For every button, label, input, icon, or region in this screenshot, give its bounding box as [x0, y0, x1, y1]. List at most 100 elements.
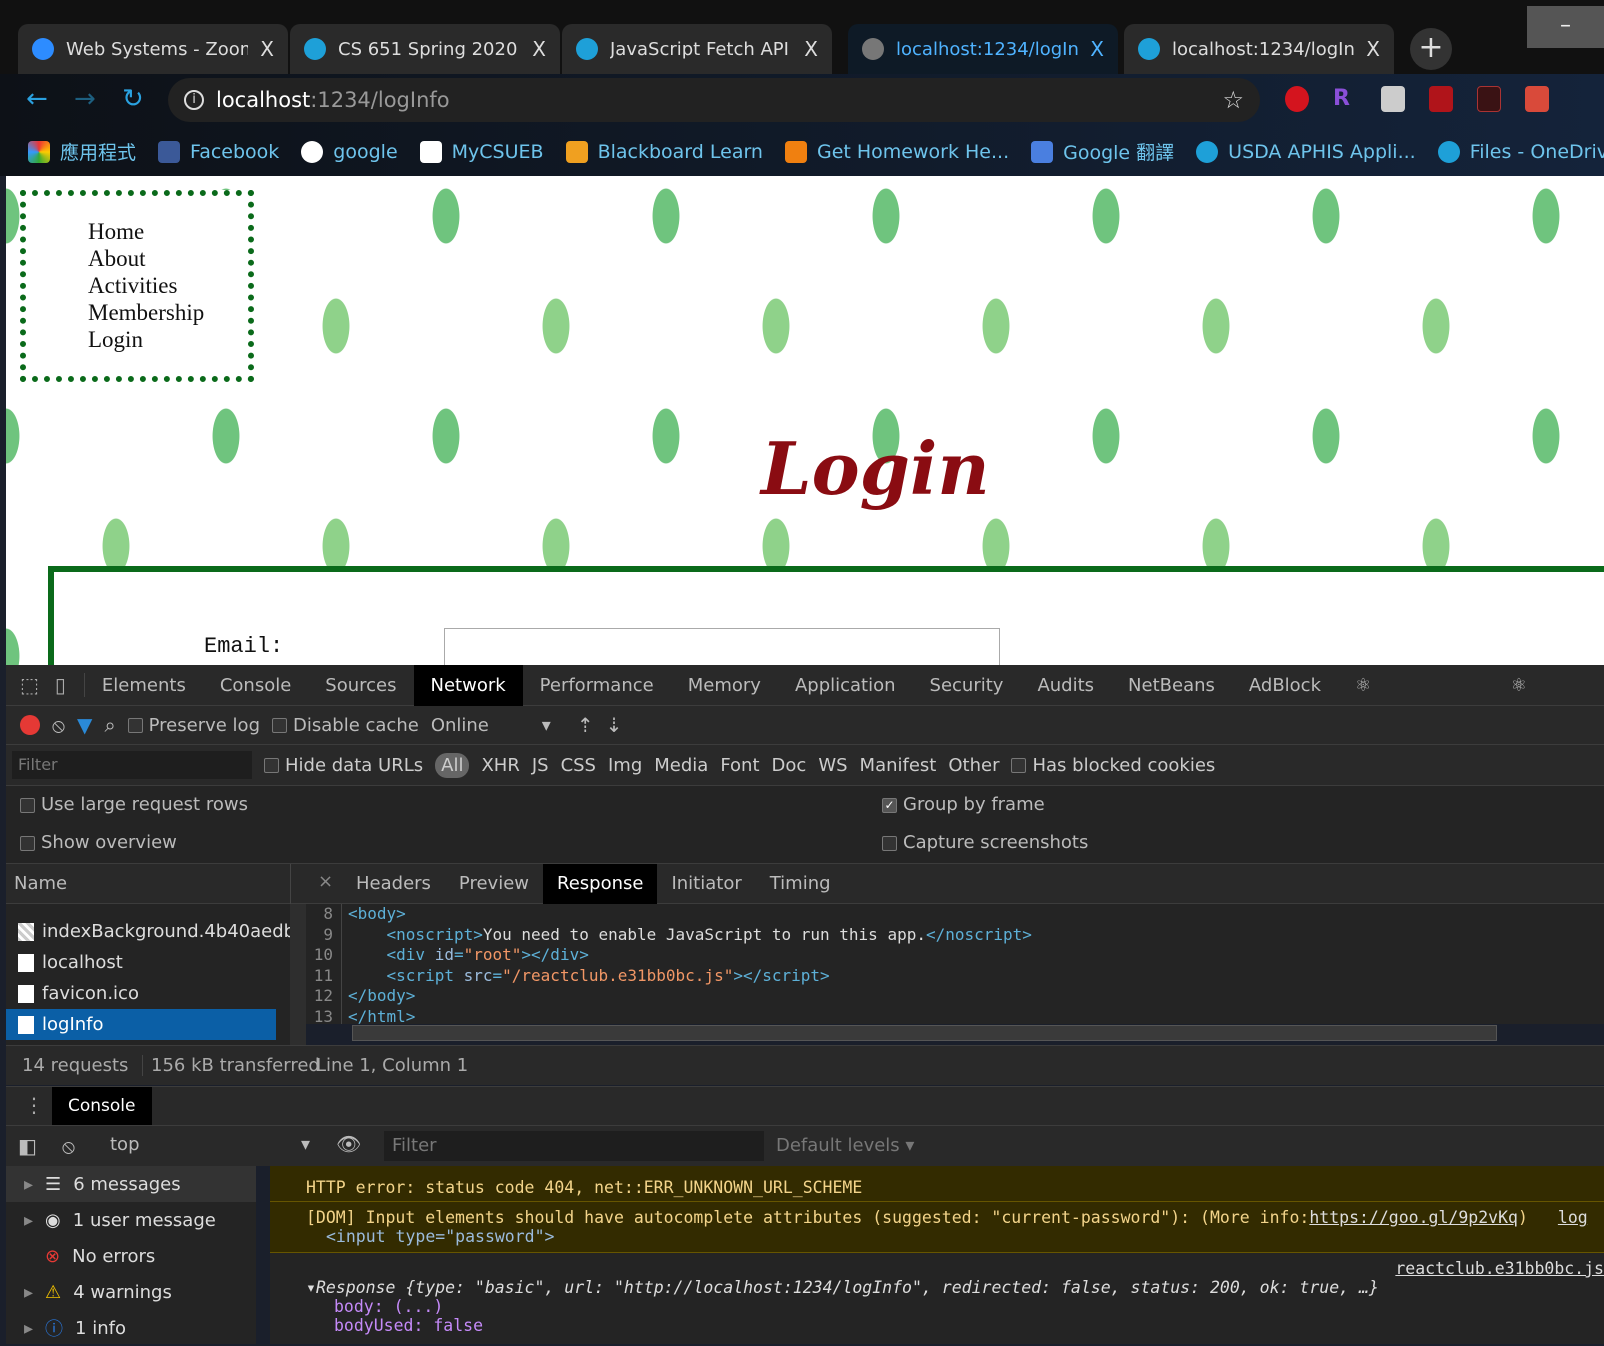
clear-console-icon[interactable]: ⦸: [62, 1134, 75, 1158]
email-field[interactable]: [444, 628, 1000, 665]
tab-netbeans[interactable]: NetBeans: [1111, 665, 1232, 706]
filter-xhr[interactable]: XHR: [481, 755, 519, 776]
browser-tab[interactable]: localhost:1234/logInf X: [1124, 24, 1394, 74]
group-by-frame-checkbox[interactable]: ✓ Group by frame: [882, 794, 1045, 815]
has-blocked-cookies-checkbox[interactable]: Has blocked cookies: [1011, 755, 1215, 776]
expand-icon[interactable]: ▾: [306, 1278, 316, 1297]
horizontal-scrollbar[interactable]: [352, 1025, 1497, 1041]
filter-icon[interactable]: ▼: [77, 713, 92, 737]
export-har-icon[interactable]: ⇣: [606, 713, 623, 737]
browser-tab[interactable]: Web Systems - Zoom X: [18, 24, 288, 74]
browser-tab[interactable]: CS 651 Spring 2020 H X: [290, 24, 560, 74]
preserve-log-checkbox[interactable]: Preserve log: [127, 715, 260, 736]
url-input[interactable]: i localhost:1234/logInfo ☆: [168, 78, 1260, 122]
tab-adblock[interactable]: AdBlock: [1232, 665, 1338, 706]
filter-doc[interactable]: Doc: [772, 755, 807, 776]
hide-data-urls-checkbox[interactable]: Hide data URLs: [264, 755, 423, 776]
filter-ws[interactable]: WS: [818, 755, 847, 776]
bookmark-usda[interactable]: USDA APHIS Appli...: [1196, 140, 1416, 163]
import-har-icon[interactable]: ⇡: [577, 713, 594, 737]
source-link[interactable]: log: [1558, 1208, 1588, 1227]
tab-elements[interactable]: Elements: [85, 665, 203, 706]
nav-membership[interactable]: Membership: [88, 299, 248, 326]
name-column-header[interactable]: Name: [14, 873, 67, 894]
inspect-icon[interactable]: ⬚: [6, 673, 49, 697]
sidebar-user-messages[interactable]: ▸ ◉ 1 user message: [6, 1202, 256, 1238]
device-toolbar-icon[interactable]: ▯: [49, 673, 85, 697]
close-icon[interactable]: X: [1366, 37, 1380, 61]
bookmark-google[interactable]: google: [301, 140, 398, 163]
request-row[interactable]: favicon.ico: [6, 978, 290, 1009]
extension-icon[interactable]: [1525, 86, 1549, 112]
tab-preview[interactable]: Preview: [445, 864, 543, 904]
browser-tab[interactable]: JavaScript Fetch API X: [562, 24, 832, 74]
minimize-button[interactable]: –: [1527, 6, 1604, 48]
more-info-link[interactable]: https://goo.gl/9p2vKq: [1309, 1208, 1518, 1227]
sidebar-warnings[interactable]: ▸ ⚠ 4 warnings: [6, 1274, 256, 1310]
source-link[interactable]: reactclub.e31bb0bc.js: [1395, 1259, 1604, 1278]
tab-initiator[interactable]: Initiator: [657, 864, 755, 904]
property-body[interactable]: body: (...): [270, 1297, 1604, 1316]
tab-sources[interactable]: Sources: [308, 665, 413, 706]
tab-console[interactable]: Console: [203, 665, 308, 706]
new-tab-button[interactable]: +: [1410, 28, 1452, 70]
sidebar-messages[interactable]: ▸ ☰ 6 messages: [6, 1166, 256, 1202]
close-icon[interactable]: X: [260, 37, 274, 61]
more-icon[interactable]: ⋮: [24, 1093, 44, 1117]
back-icon[interactable]: ←: [26, 84, 48, 114]
tab-performance[interactable]: Performance: [523, 665, 671, 706]
capture-screenshots-checkbox[interactable]: Capture screenshots: [882, 832, 1088, 853]
nav-activities[interactable]: Activities: [88, 272, 248, 299]
throttling-select[interactable]: Online ▾: [431, 715, 551, 736]
r-extension-icon[interactable]: R: [1333, 86, 1357, 112]
filter-js[interactable]: JS: [532, 755, 549, 776]
bookmark-facebook[interactable]: Facebook: [158, 140, 279, 163]
tab-audits[interactable]: Audits: [1020, 665, 1111, 706]
close-icon[interactable]: ×: [318, 871, 333, 892]
network-filter-input[interactable]: Filter: [12, 751, 252, 779]
request-list-scrollbar[interactable]: [290, 904, 306, 1045]
nav-login[interactable]: Login: [88, 326, 248, 353]
disable-cache-checkbox[interactable]: Disable cache: [272, 715, 419, 736]
close-icon[interactable]: X: [1090, 37, 1104, 61]
nav-about[interactable]: About: [88, 245, 248, 272]
bookmark-onedrive[interactable]: Files - OneDrive: [1437, 140, 1604, 163]
pdf-extension-icon[interactable]: [1477, 86, 1501, 112]
filter-font[interactable]: Font: [720, 755, 759, 776]
bookmark-blackboard[interactable]: Blackboard Learn: [565, 140, 763, 163]
response-object[interactable]: ▾Response {type: "basic", url: "http://l…: [270, 1278, 1604, 1297]
search-icon[interactable]: ⌕: [104, 713, 115, 737]
element-snippet[interactable]: <input type="password">: [306, 1227, 1604, 1246]
filter-all[interactable]: All: [435, 752, 470, 778]
clear-icon[interactable]: ⦸: [52, 713, 65, 737]
eye-icon[interactable]: 👁: [336, 1132, 361, 1156]
filter-css[interactable]: CSS: [561, 755, 596, 776]
request-row-selected[interactable]: logInfo: [6, 1009, 276, 1040]
console-filter-input[interactable]: Filter: [384, 1131, 764, 1161]
record-icon[interactable]: [20, 715, 40, 735]
browser-tab-active[interactable]: localhost:1234/logInf X: [848, 24, 1118, 74]
context-select[interactable]: top ▾: [110, 1134, 310, 1155]
tab-network[interactable]: Network: [413, 664, 523, 706]
filter-img[interactable]: Img: [608, 755, 642, 776]
log-levels-select[interactable]: Default levels ▾: [776, 1135, 914, 1156]
request-row[interactable]: indexBackground.4b40aedb.jp: [6, 916, 290, 947]
tab-memory[interactable]: Memory: [671, 665, 778, 706]
tab-headers[interactable]: Headers: [342, 864, 445, 904]
tab-components[interactable]: ⚛ Components: [1338, 665, 1494, 737]
flash-extension-icon[interactable]: [1429, 86, 1453, 112]
show-overview-checkbox[interactable]: Show overview: [20, 832, 177, 853]
cube-extension-icon[interactable]: [1381, 86, 1405, 112]
request-row[interactable]: localhost: [6, 947, 290, 978]
filter-manifest[interactable]: Manifest: [860, 755, 937, 776]
close-icon[interactable]: X: [804, 37, 818, 61]
tab-security[interactable]: Security: [913, 665, 1021, 706]
adblock-extension-icon[interactable]: [1285, 86, 1309, 112]
bookmark-mycsueb[interactable]: MyCSUEB: [419, 140, 544, 163]
bookmark-homework[interactable]: Get Homework He...: [784, 140, 1009, 163]
sidebar-toggle-icon[interactable]: ◧: [18, 1134, 37, 1158]
nav-home[interactable]: Home: [88, 218, 248, 245]
star-icon[interactable]: ☆: [1222, 86, 1244, 114]
large-rows-checkbox[interactable]: Use large request rows: [20, 794, 248, 815]
reload-icon[interactable]: ↻: [122, 84, 144, 114]
